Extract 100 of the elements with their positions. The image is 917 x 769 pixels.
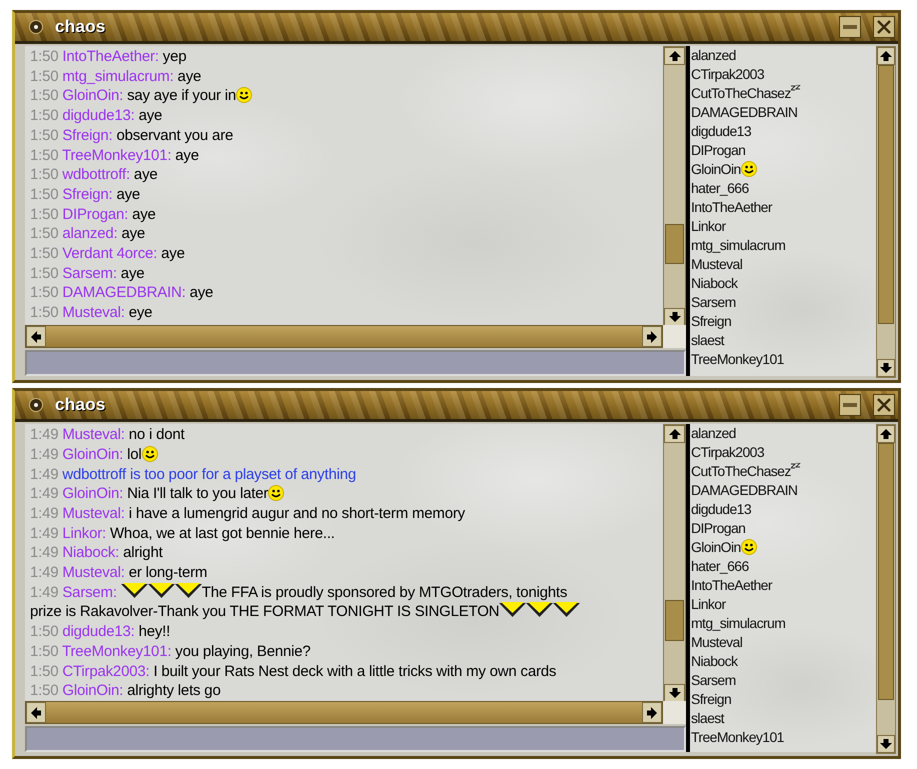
close-button[interactable] (873, 16, 895, 38)
chevron-icon (526, 602, 554, 618)
message-user[interactable]: GloinOin: (62, 87, 124, 104)
message-user[interactable]: Sarsem: (62, 264, 117, 282)
scroll-right-button[interactable] (642, 702, 662, 723)
user-list-item[interactable]: CutToTheChasez (691, 463, 791, 480)
message-user[interactable]: GloinOin: (62, 446, 124, 463)
message-user[interactable]: Linkor: (62, 524, 106, 542)
scroll-down-button[interactable] (877, 359, 895, 378)
message-user[interactable]: Sfreign: (62, 186, 112, 203)
user-list-item[interactable]: Musteval (691, 256, 742, 272)
user-list-item[interactable]: Sfreign (691, 691, 732, 708)
message-time: 1:50 (30, 87, 58, 104)
minimize-button[interactable] (839, 16, 861, 38)
message-user[interactable]: GloinOin: (62, 485, 124, 502)
arrow-down-icon (880, 363, 892, 374)
scroll-thumb[interactable] (878, 65, 894, 324)
close-button[interactable] (873, 394, 895, 416)
message-user[interactable]: Musteval: (62, 304, 125, 322)
user-list-item[interactable]: GloinOin (691, 161, 741, 177)
user-list-item[interactable]: IntoTheAether (691, 577, 772, 594)
message-user[interactable]: TreeMonkey101: (62, 642, 172, 660)
user-list-item[interactable]: CutToTheChasez (691, 85, 791, 101)
scroll-up-button[interactable] (664, 425, 685, 444)
scroll-down-button[interactable] (664, 684, 685, 702)
scroll-right-button[interactable] (642, 326, 662, 348)
message-user[interactable]: alanzed: (62, 225, 118, 242)
user-list-item[interactable]: mtg_simulacrum (691, 237, 786, 253)
scroll-thumb[interactable] (665, 600, 684, 641)
arrow-up-icon (668, 429, 680, 440)
chevron-icon (499, 602, 526, 618)
minimize-button[interactable] (839, 394, 861, 416)
user-list-item[interactable]: Musteval (691, 634, 742, 650)
message-user[interactable]: IntoTheAether: (62, 48, 159, 65)
close-icon (877, 398, 891, 412)
message-user[interactable]: Niabock: (62, 544, 120, 562)
message-time: 1:49 (30, 466, 58, 483)
user-list-item[interactable]: Niabock (691, 653, 738, 670)
user-list-item[interactable]: alanzed (691, 47, 736, 63)
message-user[interactable]: Sarsem: (62, 584, 117, 601)
message-user[interactable]: GloinOin: (62, 682, 124, 700)
scroll-thumb[interactable] (878, 443, 894, 700)
message-input[interactable] (25, 726, 686, 752)
user-list-item[interactable]: DIProgan (691, 142, 746, 158)
user-list-item[interactable]: Sarsem (691, 672, 736, 688)
message-user[interactable]: DIProgan: (62, 206, 128, 223)
user-list-item[interactable]: slaest (691, 332, 724, 348)
message-user[interactable]: CTirpak2003: (62, 662, 150, 680)
message-user[interactable]: DAMAGEDBRAIN: (62, 284, 186, 302)
scroll-up-button[interactable] (877, 47, 895, 65)
window-menu-button[interactable] (29, 398, 43, 412)
user-list-item[interactable]: Linkor (691, 218, 726, 234)
user-list-item[interactable]: mtg_simulacrum (691, 615, 786, 632)
message-user[interactable]: digdude13: (62, 107, 135, 124)
message-user[interactable]: Musteval: (62, 564, 125, 582)
user-list-item[interactable]: TreeMonkey101 (691, 351, 784, 367)
message-user[interactable]: Verdant 4orce: (62, 245, 158, 262)
scroll-left-button[interactable] (26, 702, 46, 723)
user-list-item[interactable]: CTirpak2003 (691, 444, 764, 460)
window-menu-button[interactable] (29, 20, 43, 34)
smiley-icon (740, 539, 757, 556)
user-list-item[interactable]: hater_666 (691, 180, 749, 196)
message-user[interactable]: Musteval: (62, 426, 125, 444)
message-user[interactable]: mtg_simulacrum: (62, 68, 174, 85)
user-list-item[interactable]: digdude13 (691, 501, 751, 518)
message-user[interactable]: TreeMonkey101: (62, 146, 172, 164)
user-list-item[interactable]: slaest (691, 710, 724, 726)
chevron-icon (120, 582, 148, 599)
message-time: 1:49 (30, 524, 58, 542)
user-list-item[interactable]: GloinOin (691, 539, 741, 556)
scroll-down-button[interactable] (664, 308, 685, 326)
smiley-icon (268, 485, 284, 502)
user-list-item[interactable]: Niabock (691, 275, 738, 291)
user-list-item[interactable]: TreeMonkey101 (691, 729, 784, 746)
scroll-up-button[interactable] (664, 47, 685, 65)
user-list-item[interactable]: IntoTheAether (691, 199, 772, 215)
scroll-left-button[interactable] (26, 326, 46, 348)
message-user[interactable]: Musteval: (62, 504, 125, 522)
user-list-item[interactable]: digdude13 (691, 123, 751, 139)
scrollbar-corner (663, 701, 686, 724)
scroll-up-button[interactable] (877, 425, 895, 444)
user-list-item[interactable]: CTirpak2003 (691, 66, 764, 82)
user-list-item[interactable]: alanzed (691, 425, 736, 442)
user-list-item[interactable]: DAMAGEDBRAIN (691, 104, 798, 120)
user-list-item[interactable]: hater_666 (691, 558, 749, 574)
user-list-item[interactable]: DAMAGEDBRAIN (691, 482, 798, 498)
user-list-item[interactable]: Linkor (691, 596, 726, 612)
user-list-item[interactable]: Sarsem (691, 294, 736, 310)
user-list-item[interactable]: DIProgan (691, 520, 746, 536)
message-input[interactable] (25, 350, 686, 376)
scroll-thumb[interactable] (665, 224, 684, 264)
smiley-icon (740, 161, 757, 177)
message-user[interactable]: digdude13: (62, 623, 135, 640)
user-list-item[interactable]: Sfreign (691, 313, 732, 329)
scroll-down-button[interactable] (877, 735, 895, 753)
message-text: no i dont (128, 426, 184, 444)
message-user[interactable]: Sfreign: (62, 126, 112, 144)
message-time: 1:49 (30, 485, 58, 502)
message-time: 1:50 (30, 682, 58, 700)
message-user[interactable]: wdbottroff: (62, 166, 130, 184)
